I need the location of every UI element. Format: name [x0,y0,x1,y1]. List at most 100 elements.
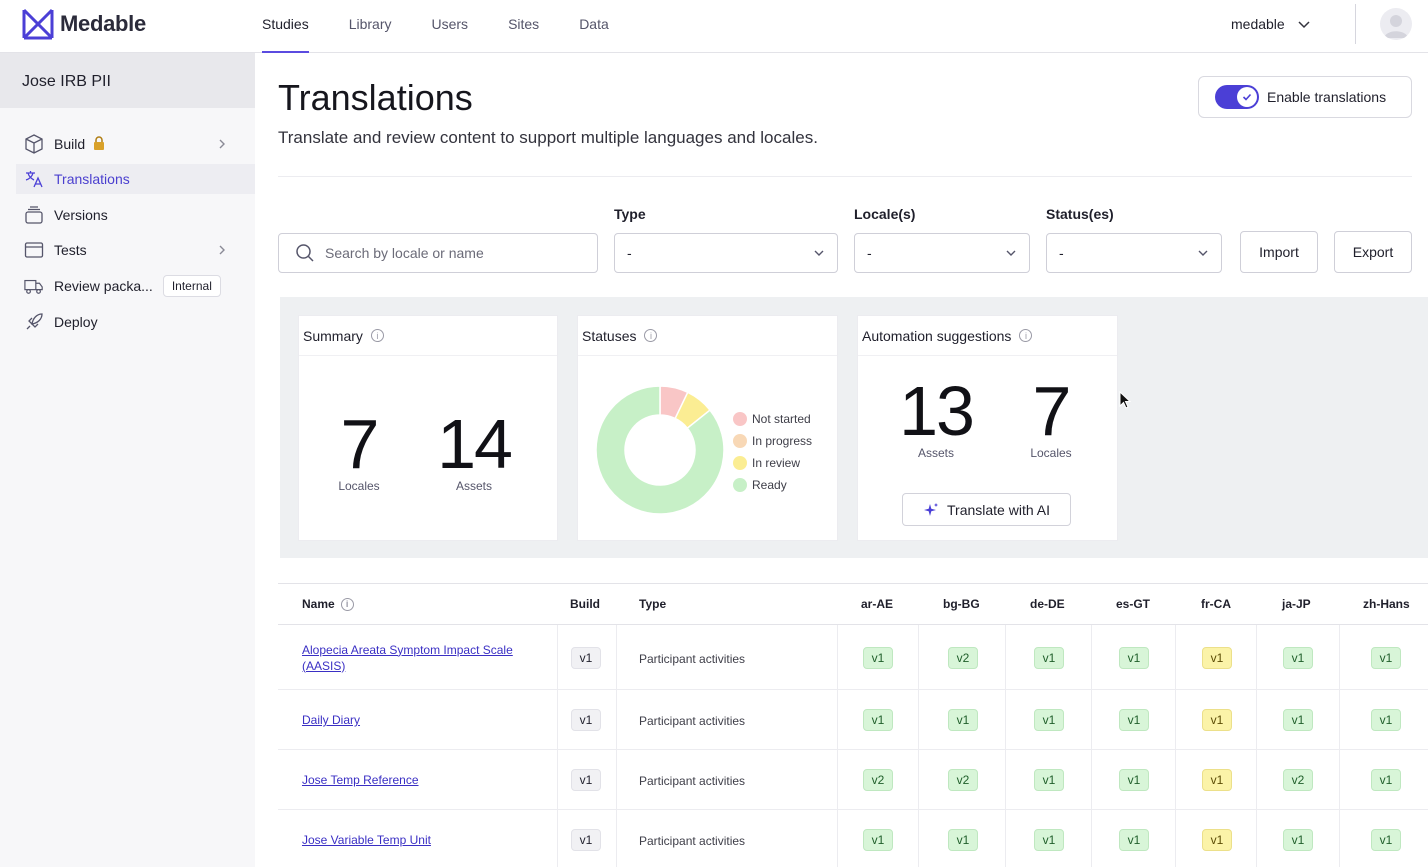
page-title: Translations [278,77,473,118]
brand-name: Medable [60,11,146,36]
info-icon[interactable]: i [340,597,354,611]
org-switcher[interactable]: medable [1231,16,1311,32]
locale-version-badge[interactable]: v1 [863,646,893,669]
chevron-right-icon [217,243,227,259]
table-row[interactable]: Jose Temp Reference v1 Participant activit… [278,750,1428,810]
legend-label: In review [752,456,801,470]
locale-version-badge[interactable]: v1 [1202,646,1232,669]
locale-version-badge[interactable]: v1 [1119,829,1149,851]
lock-icon [93,135,105,153]
locale-version-badge[interactable]: v1 [1371,829,1401,851]
chevron-down-icon [1006,250,1016,256]
asset-name-link[interactable]: Daily Diary [302,712,522,728]
locale-version-badge[interactable]: v1 [863,829,893,851]
nav-studies[interactable]: Studies [262,0,309,53]
nav-users[interactable]: Users [432,0,469,53]
sidebar-item-build[interactable]: Build [16,129,255,159]
locale-version-badge[interactable]: v1 [948,829,978,851]
column-header-type[interactable]: Type [639,597,666,611]
locale-version-badge[interactable]: v1 [1034,769,1064,791]
info-icon[interactable]: i [1019,329,1033,342]
info-icon[interactable]: i [644,329,658,342]
locale-select[interactable]: - [854,233,1030,273]
locale-version-badge[interactable]: v1 [1119,709,1149,731]
chevron-right-icon [217,137,227,153]
column-header-locale[interactable]: es-GT [1116,597,1150,611]
locale-version-badge[interactable]: v1 [948,709,978,731]
column-header-locale[interactable]: ar-AE [861,597,893,611]
legend-item-ready: Ready [733,474,812,496]
type-select[interactable]: - [614,233,838,273]
export-button[interactable]: Export [1334,231,1412,273]
statuses-title: Statuses [582,327,637,344]
locale-version-badge[interactable]: v1 [1202,769,1232,791]
import-button[interactable]: Import [1240,231,1318,273]
search-input[interactable]: Search by locale or name [278,233,598,273]
locale-select-value: - [867,245,872,261]
automation-locales-label: Locales [1030,446,1072,460]
check-icon [1237,87,1257,107]
legend-swatch [733,434,747,448]
locale-version-badge[interactable]: v1 [1119,646,1149,669]
column-header-build[interactable]: Build [570,597,600,611]
user-avatar[interactable] [1380,8,1412,40]
status-select[interactable]: - [1046,233,1222,273]
table-row[interactable]: Alopecia Areata Symptom Impact Scale (AA… [278,625,1428,690]
sidebar-item-label: Build [54,136,86,152]
asset-name-link[interactable]: Jose Variable Temp Unit [302,832,522,848]
locale-version-badge[interactable]: v1 [1371,709,1401,731]
toggle-switch[interactable] [1215,85,1259,109]
automation-card-header: Automation suggestions i [858,316,1117,356]
sidebar-item-versions[interactable]: Versions [16,200,255,230]
column-header-locale[interactable]: zh-Hans [1363,597,1410,611]
column-header-locale[interactable]: bg-BG [943,597,980,611]
column-header-locale[interactable]: fr-CA [1201,597,1231,611]
locale-version-badge[interactable]: v1 [1119,769,1149,791]
locale-version-badge[interactable]: v1 [1202,829,1232,851]
enable-translations-toggle[interactable]: Enable translations [1198,76,1412,118]
column-header-name[interactable]: Name i [302,597,354,611]
column-header-label: Name [302,597,335,611]
nav-data[interactable]: Data [579,0,609,53]
locale-version-badge[interactable]: v1 [1202,709,1232,731]
asset-name-link[interactable]: Alopecia Areata Symptom Impact Scale (AA… [302,642,522,674]
brand-logo[interactable]: Medable [22,8,146,40]
locale-version-badge[interactable]: v2 [948,769,978,791]
automation-title: Automation suggestions [862,327,1012,344]
info-icon[interactable]: i [370,329,384,342]
locale-version-badge[interactable]: v2 [948,646,978,669]
locale-version-badge[interactable]: v1 [1034,829,1064,851]
nav-library[interactable]: Library [349,0,392,53]
locale-version-badge[interactable]: v1 [1034,646,1064,669]
stats-panel: Summary i 7 Locales 14 Assets Statuses i… [280,297,1428,558]
locale-version-badge[interactable]: v2 [1283,769,1313,791]
column-header-locale[interactable]: de-DE [1030,597,1065,611]
locale-version-badge[interactable]: v1 [1371,646,1401,669]
sidebar-item-deploy[interactable]: Deploy [16,307,255,337]
summary-card: Summary i 7 Locales 14 Assets [298,315,558,541]
column-header-locale[interactable]: ja-JP [1282,597,1311,611]
org-name: medable [1231,16,1285,32]
build-version-badge: v1 [571,829,601,851]
summary-assets-label: Assets [455,479,492,493]
sidebar-item-translations[interactable]: Translations [16,164,255,194]
locale-version-badge[interactable]: v1 [863,709,893,731]
locale-version-badge[interactable]: v1 [1283,709,1313,731]
sidebar-item-label: Versions [54,207,108,223]
translate-with-ai-button[interactable]: Translate with AI [902,493,1071,526]
locale-version-badge[interactable]: v1 [1371,769,1401,791]
asset-type: Participant activities [639,834,746,848]
top-bar: Medable Studies Library Users Sites Data… [0,0,1428,53]
table-row[interactable]: Jose Variable Temp Unit v1 Participant act… [278,810,1428,867]
nav-sites[interactable]: Sites [508,0,539,53]
asset-name-link[interactable]: Jose Temp Reference [302,772,522,788]
table-row[interactable]: Daily Diary v1 Participant activities v1 v1 v… [278,690,1428,750]
sidebar-item-review-package[interactable]: Review packa... Internal [16,271,255,301]
sidebar-item-tests[interactable]: Tests [16,235,255,265]
translate-with-ai-label: Translate with AI [947,501,1050,518]
locale-version-badge[interactable]: v1 [1034,709,1064,731]
locale-version-badge[interactable]: v1 [1283,829,1313,851]
study-title[interactable]: Jose IRB PII [0,53,255,108]
locale-version-badge[interactable]: v1 [1283,646,1313,669]
locale-version-badge[interactable]: v2 [863,769,893,791]
